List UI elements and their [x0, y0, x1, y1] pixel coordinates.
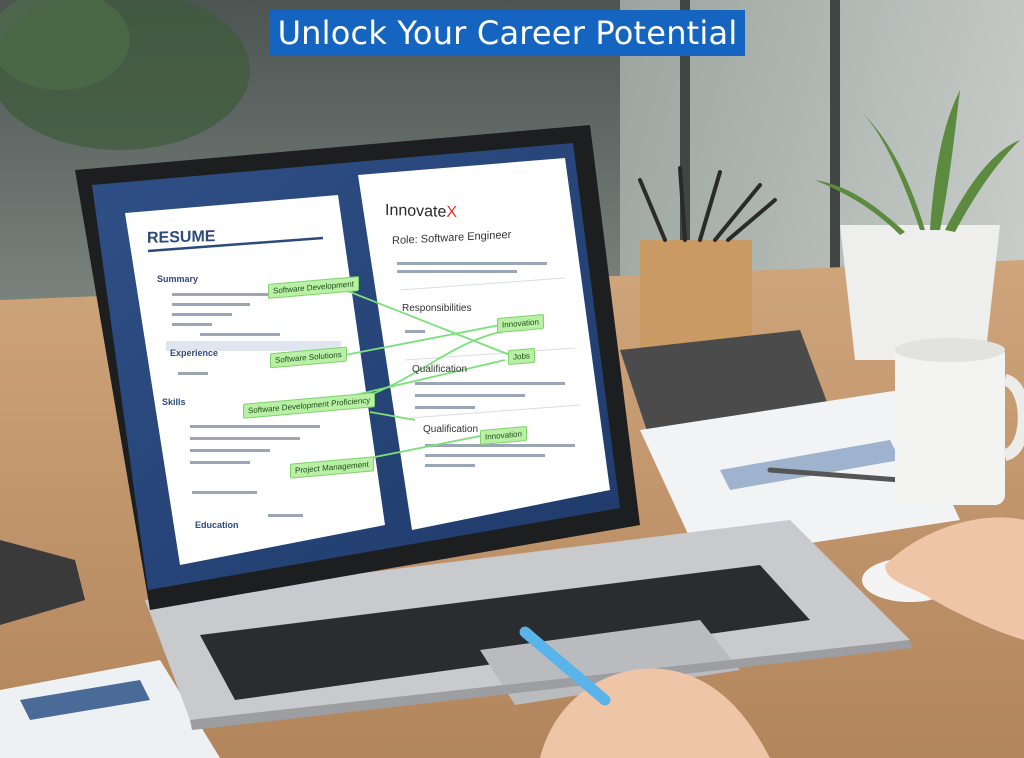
jd-section-responsibilities: Responsibilities	[402, 303, 472, 314]
resume-section-education: Education	[195, 520, 239, 530]
office-desk-scene	[0, 0, 1024, 758]
jd-section-qualification: Qualification	[423, 424, 479, 435]
company-name: InnovateX	[385, 201, 458, 222]
jd-match-tag: Jobs	[508, 347, 535, 366]
resume-section-summary: Summary	[157, 274, 199, 284]
jd-section-qualification: Qualification	[412, 364, 468, 375]
banner-title: Unlock Your Career Potential	[270, 10, 745, 56]
resume-heading: RESUME	[147, 228, 216, 247]
resume-section-skills: Skills	[162, 397, 186, 407]
resume-section-experience: Experience	[170, 348, 219, 358]
